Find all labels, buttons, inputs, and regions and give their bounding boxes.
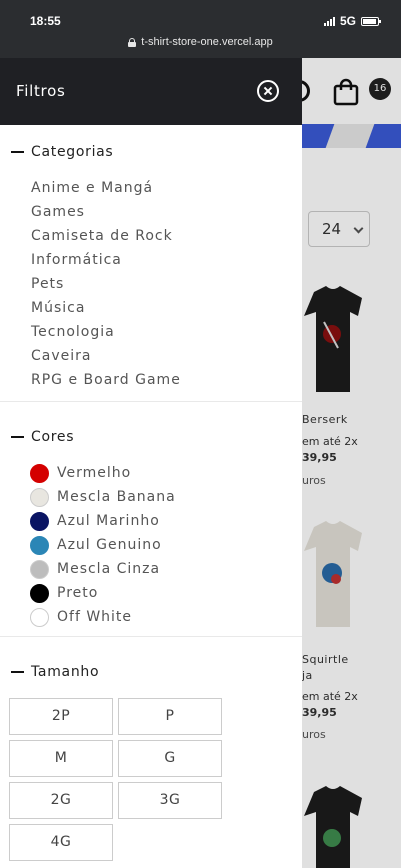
colors-section: Cores Vermelho Mescla Banana Azul Marinh…	[0, 402, 302, 637]
colors-title: Cores	[31, 429, 75, 445]
colors-header[interactable]: Cores	[0, 424, 302, 450]
status-bar: 18:55 5G	[0, 0, 401, 30]
color-swatch	[30, 463, 49, 483]
size-grid: 2P P M G 2G 3G 4G	[0, 698, 302, 861]
category-item[interactable]: RPG e Board Game	[31, 368, 302, 392]
color-item[interactable]: Mescla Cinza	[0, 557, 302, 581]
color-label: Mescla Cinza	[57, 561, 161, 577]
color-swatch	[30, 559, 49, 579]
color-swatch	[30, 607, 49, 627]
size-button[interactable]: 3G	[118, 782, 222, 819]
url-text: t-shirt-store-one.vercel.app	[141, 36, 273, 48]
color-item[interactable]: Preto	[0, 581, 302, 605]
color-item[interactable]: Azul Genuino	[0, 533, 302, 557]
color-label: Mescla Banana	[57, 489, 176, 505]
collapse-icon	[11, 436, 24, 438]
sizes-title: Tamanho	[31, 664, 100, 680]
color-label: Vermelho	[57, 465, 132, 481]
category-item[interactable]: Caveira	[31, 344, 302, 368]
filter-drawer: Filtros Categorias Anime e Mangá Games C…	[0, 58, 302, 868]
color-item[interactable]: Mescla Banana	[0, 485, 302, 509]
color-list: Vermelho Mescla Banana Azul Marinho Azul…	[0, 461, 302, 629]
lock-icon	[128, 37, 137, 47]
category-item[interactable]: Tecnologia	[31, 320, 302, 344]
color-swatch	[30, 583, 49, 603]
color-swatch	[30, 487, 49, 507]
drawer-title: Filtros	[16, 82, 66, 100]
color-label: Preto	[57, 585, 99, 601]
size-button[interactable]: 4G	[9, 824, 113, 861]
collapse-icon	[11, 671, 24, 673]
category-item[interactable]: Informática	[31, 248, 302, 272]
category-item[interactable]: Pets	[31, 272, 302, 296]
size-button[interactable]: 2G	[9, 782, 113, 819]
category-list: Anime e Mangá Games Camiseta de Rock Inf…	[0, 176, 302, 392]
size-button[interactable]: M	[9, 740, 113, 777]
categories-section: Categorias Anime e Mangá Games Camiseta …	[0, 125, 302, 402]
color-label: Azul Marinho	[57, 513, 160, 529]
size-button[interactable]: 2P	[9, 698, 113, 735]
color-item[interactable]: Off White	[0, 605, 302, 629]
battery-icon	[361, 16, 381, 26]
categories-title: Categorias	[31, 144, 114, 160]
category-item[interactable]: Games	[31, 200, 302, 224]
color-item[interactable]: Vermelho	[0, 461, 302, 485]
size-button[interactable]: G	[118, 740, 222, 777]
status-indicators: 5G	[323, 14, 381, 28]
color-label: Off White	[57, 609, 133, 625]
collapse-icon	[11, 151, 24, 153]
category-item[interactable]: Camiseta de Rock	[31, 224, 302, 248]
color-swatch	[30, 511, 49, 531]
close-icon[interactable]	[257, 80, 279, 102]
network-label: 5G	[339, 14, 356, 28]
color-swatch	[30, 535, 49, 555]
sizes-header[interactable]: Tamanho	[0, 659, 302, 685]
color-item[interactable]: Azul Marinho	[0, 509, 302, 533]
sizes-section: Tamanho 2P P M G 2G 3G 4G	[0, 637, 302, 861]
color-label: Azul Genuino	[57, 537, 162, 553]
category-item[interactable]: Anime e Mangá	[31, 176, 302, 200]
categories-header[interactable]: Categorias	[0, 139, 302, 165]
status-time: 18:55	[30, 14, 61, 28]
signal-icon	[323, 16, 335, 26]
category-item[interactable]: Música	[31, 296, 302, 320]
address-bar[interactable]: t-shirt-store-one.vercel.app	[0, 30, 401, 58]
drawer-header: Filtros	[0, 58, 302, 125]
size-button[interactable]: P	[118, 698, 222, 735]
